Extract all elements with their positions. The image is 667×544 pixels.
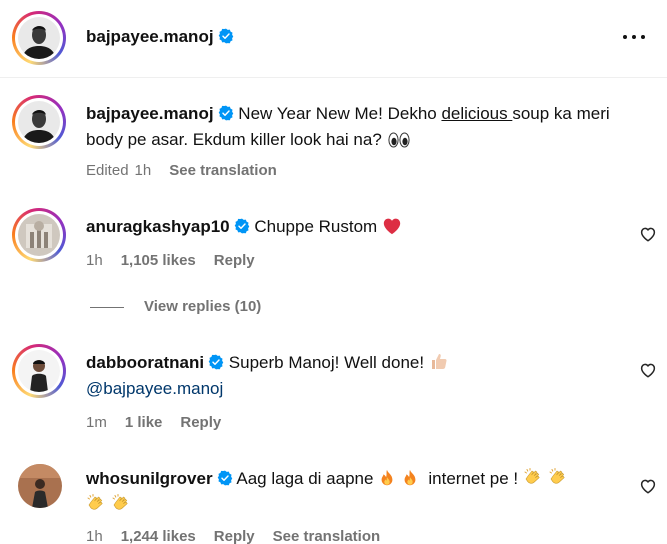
replies-divider [90, 306, 124, 308]
reply-button[interactable]: Reply [214, 252, 255, 269]
header-avatar[interactable] [12, 11, 66, 65]
view-replies-label[interactable]: View replies (10) [144, 298, 261, 315]
comment-text: whosunilgrover Aag laga di aapne interne… [86, 466, 626, 518]
caption-underlined-word: delicious [441, 104, 513, 123]
caption-time: 1h [134, 162, 152, 179]
more-options-icon[interactable] [623, 26, 649, 48]
see-translation-link[interactable]: See translation [169, 162, 277, 179]
caption-meta: Edited 1h See translation [86, 162, 295, 179]
caption-text: bajpayee.manoj New Year New Me! Dekho de… [86, 101, 646, 153]
comment-text: dabbooratnani Superb Manoj! Well done! @… [86, 350, 626, 402]
view-replies[interactable]: View replies (10) [90, 298, 261, 315]
avatar-photo [18, 350, 60, 392]
avatar-photo [18, 214, 60, 256]
comment-body: Aag laga di aapne [236, 469, 374, 488]
verified-badge-icon [217, 470, 233, 486]
see-translation-link[interactable]: See translation [273, 528, 381, 544]
comment-avatar[interactable] [12, 208, 66, 262]
edited-label: Edited [86, 162, 129, 179]
clapping-hands-emoji-icon [86, 493, 106, 513]
comment-username[interactable]: dabbooratnani [86, 353, 204, 372]
comment-meta: 1m 1 like Reply [86, 414, 239, 431]
verified-badge-icon [234, 218, 250, 234]
post-header: bajpayee.manoj [0, 0, 667, 78]
caption-username[interactable]: bajpayee.manoj [86, 104, 214, 123]
fire-emoji-icon [401, 469, 419, 487]
verified-badge-icon [208, 354, 224, 370]
verified-badge-icon [218, 28, 234, 44]
header-username[interactable]: bajpayee.manoj [86, 27, 234, 47]
avatar-photo [18, 464, 62, 508]
fire-emoji-icon [378, 469, 396, 487]
comment-username[interactable]: anuragkashyap10 [86, 217, 230, 236]
likes-count[interactable]: 1,244 likes [121, 528, 196, 544]
comment-avatar[interactable] [18, 464, 62, 508]
comment-avatar[interactable] [12, 344, 66, 398]
comment-meta: 1h 1,105 likes Reply [86, 252, 273, 269]
mention-link[interactable]: @bajpayee.manoj [86, 379, 223, 398]
comment-time: 1m [86, 414, 107, 431]
likes-count[interactable]: 1,105 likes [121, 252, 196, 269]
reply-button[interactable]: Reply [180, 414, 221, 431]
likes-count[interactable]: 1 like [125, 414, 163, 431]
caption-body: New Year New Me! Dekho [238, 104, 442, 123]
clapping-hands-emoji-icon [523, 467, 543, 487]
red-heart-emoji-icon [383, 218, 401, 235]
comment-time: 1h [86, 528, 103, 544]
comment-time: 1h [86, 252, 103, 269]
avatar-photo [18, 17, 60, 59]
reply-button[interactable]: Reply [214, 528, 255, 544]
comment-body-cont: internet pe ! [428, 469, 519, 488]
verified-badge-icon [218, 105, 234, 121]
comment-body: Superb Manoj! Well done! [228, 353, 425, 372]
avatar-photo [18, 101, 60, 143]
comment-meta: 1h 1,244 likes Reply See translation [86, 528, 398, 544]
heart-outline-icon[interactable] [639, 225, 657, 243]
comment-text: anuragkashyap10 Chuppe Rustom [86, 214, 626, 240]
comment-body: Chuppe Rustom [254, 217, 378, 236]
heart-outline-icon[interactable] [639, 361, 657, 379]
heart-outline-icon[interactable] [639, 477, 657, 495]
eyes-emoji-icon [387, 132, 411, 148]
clapping-hands-emoji-icon [111, 493, 131, 513]
clapping-hands-emoji-icon [548, 467, 568, 487]
comment-username[interactable]: whosunilgrover [86, 469, 213, 488]
caption-avatar[interactable] [12, 95, 66, 149]
thumbs-up-emoji-icon [429, 351, 449, 371]
header-username-text[interactable]: bajpayee.manoj [86, 27, 214, 46]
